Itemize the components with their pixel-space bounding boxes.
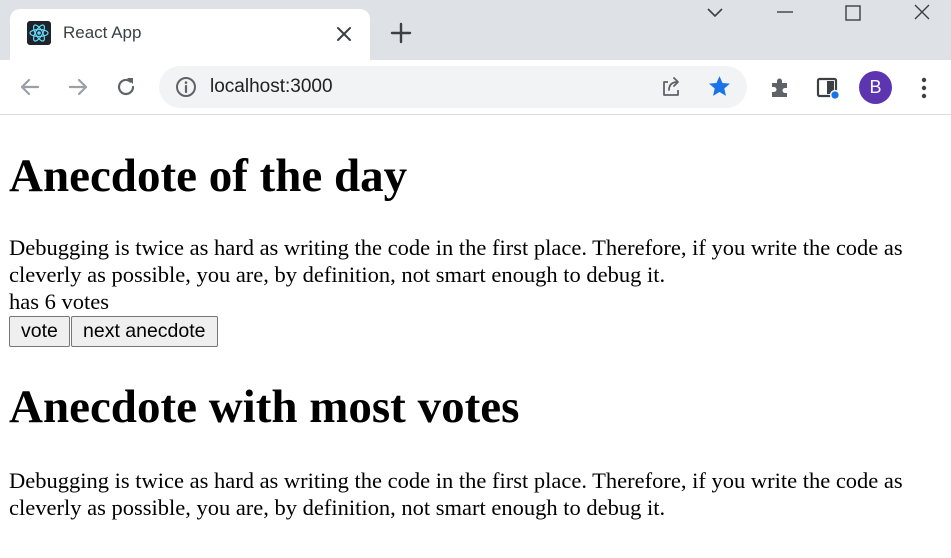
share-icon[interactable] [659,75,683,99]
heading-most-votes: Anecdote with most votes [9,381,520,433]
address-bar[interactable]: localhost:3000 [159,66,747,108]
close-tab-icon[interactable] [335,25,353,43]
react-logo-icon [27,21,51,45]
maximize-icon[interactable] [842,2,864,24]
profile-avatar[interactable]: B [859,71,892,104]
vote-button[interactable]: vote [9,316,70,347]
extensions-puzzle-icon[interactable] [767,75,793,101]
page-content: Anecdote of the day Debugging is twice a… [0,116,951,558]
bookmark-star-icon[interactable] [707,74,732,99]
site-info-icon[interactable] [175,76,197,98]
browser-toolbar: localhost:3000 B [0,60,951,115]
anecdote-most-votes-text: Debugging is twice as hard as writing th… [9,468,903,520]
tab-strip: React App [0,0,951,60]
url-text[interactable]: localhost:3000 [210,76,333,98]
close-window-icon[interactable] [911,2,933,24]
anecdote-of-the-day-text: Debugging is twice as hard as writing th… [9,235,903,287]
new-tab-icon[interactable] [390,22,412,44]
browser-tab[interactable]: React App [10,9,370,60]
tab-search-icon[interactable] [815,75,841,101]
back-arrow-icon[interactable] [17,74,43,100]
minimize-icon[interactable] [774,2,796,24]
tab-title: React App [63,23,142,42]
forward-arrow-icon[interactable] [65,74,91,100]
reload-icon[interactable] [113,74,139,100]
more-menu-icon[interactable] [911,75,937,101]
next-anecdote-button[interactable]: next anecdote [71,316,218,347]
heading-anecdote-of-the-day: Anecdote of the day [9,150,408,202]
chevron-down-icon[interactable] [704,2,726,24]
vote-count-text: has 6 votes [9,289,109,314]
